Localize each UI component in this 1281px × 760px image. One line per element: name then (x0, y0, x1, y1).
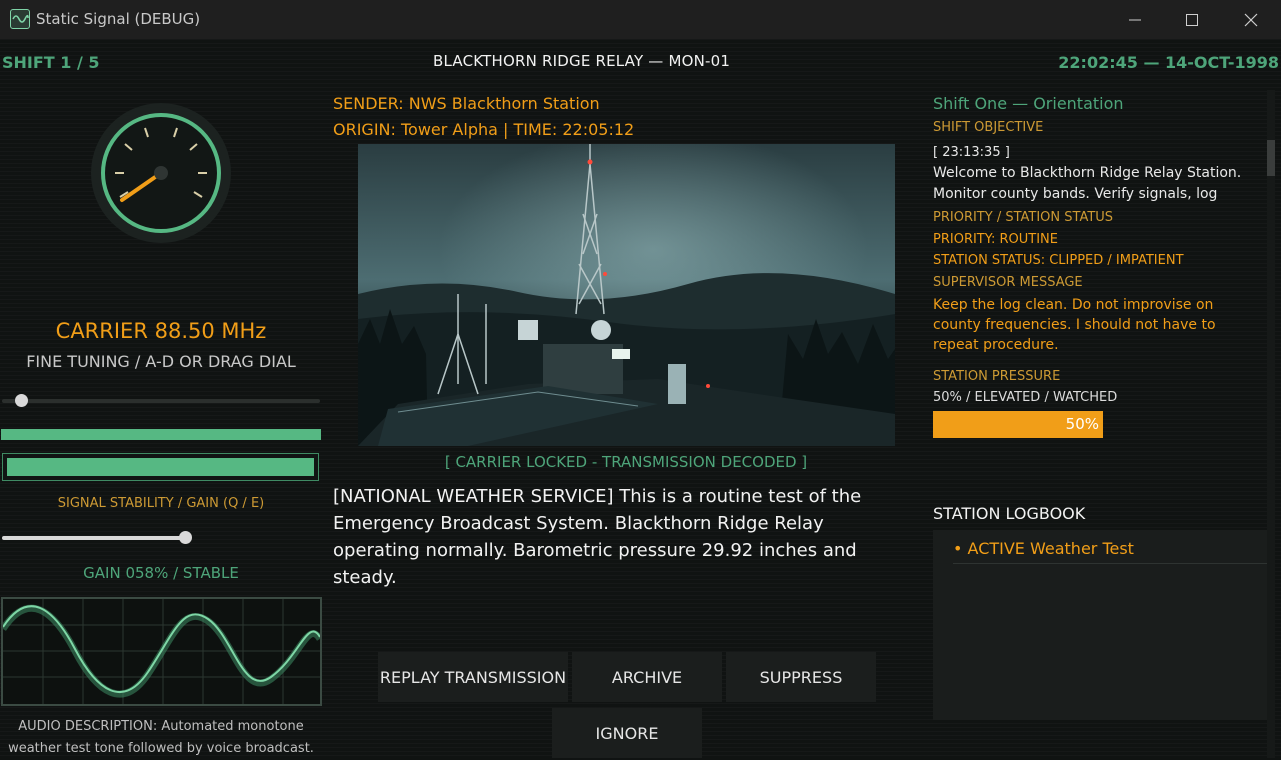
logbook-title: STATION LOGBOOK (933, 504, 1086, 523)
shift-title: Shift One — Orientation (933, 94, 1124, 113)
minimize-icon (1129, 19, 1141, 21)
maximize-button[interactable] (1163, 0, 1221, 39)
close-button[interactable] (1222, 0, 1280, 39)
close-icon (1244, 13, 1258, 27)
pressure-label: STATION PRESSURE (933, 369, 1061, 384)
supervisor-label: SUPERVISOR MESSAGE (933, 275, 1083, 290)
objective-body: [ 23:13:35 ] Welcome to Blackthorn Ridge… (933, 142, 1263, 205)
game-header: SHIFT 1 / 5 BLACKTHORN RIDGE RELAY — MON… (0, 45, 1281, 79)
origin-line: ORIGIN: Tower Alpha | TIME: 22:05:12 (333, 120, 635, 139)
objective-time: [ 23:13:35 ] (933, 145, 1010, 160)
gain-status: GAIN 058% / STABLE (83, 564, 239, 582)
dial-hub (154, 166, 168, 180)
stability-label: SIGNAL STABILITY / GAIN (Q / E) (57, 496, 265, 511)
archive-button[interactable]: ARCHIVE (572, 652, 722, 702)
window-title: Static Signal (DEBUG) (36, 10, 201, 28)
signal-strength-bar (1, 429, 321, 440)
ignore-button[interactable]: IGNORE (552, 708, 702, 758)
fine-tuning-hint: FINE TUNING / A-D OR DRAG DIAL (26, 352, 296, 371)
priority-label: PRIORITY / STATION STATUS (933, 210, 1114, 225)
transmission-message: [NATIONAL WEATHER SERVICE] This is a rou… (333, 486, 862, 588)
pressure-percent: 50% (1065, 415, 1099, 433)
signal-lock-meter (2, 453, 319, 481)
fine-tuning-slider[interactable] (2, 394, 320, 407)
tuning-dial[interactable] (90, 102, 232, 244)
log-entry[interactable]: • ACTIVE Weather Test (953, 539, 1267, 564)
relay-station-image (358, 144, 895, 446)
fine-tuning-knob[interactable] (15, 394, 29, 407)
maximize-icon (1186, 14, 1198, 26)
waveform-scope (0, 597, 323, 706)
gain-knob[interactable] (179, 531, 192, 544)
scrollbar[interactable] (1267, 90, 1275, 758)
waveform-icon (0, 599, 323, 704)
pressure-bar: 50% (933, 411, 1103, 438)
suppress-button[interactable]: SUPPRESS (726, 652, 876, 702)
objective-label: SHIFT OBJECTIVE (933, 120, 1044, 135)
pressure-status: 50% / ELEVATED / WATCHED (933, 390, 1118, 405)
station-title: BLACKTHORN RIDGE RELAY — MON-01 (433, 52, 731, 70)
audio-description: AUDIO DESCRIPTION: Automated monotone we… (8, 719, 314, 756)
scrollbar-thumb[interactable] (1267, 140, 1275, 176)
objective-text: Welcome to Blackthorn Ridge Relay Statio… (933, 165, 1242, 202)
clock: 22:02:45 — 14-OCT-1998 (1058, 53, 1279, 72)
signal-lock-fill (7, 458, 314, 476)
sender-line: SENDER: NWS Blackthorn Station (333, 94, 600, 113)
carrier-frequency: CARRIER 88.50 MHz (55, 319, 267, 343)
decode-status: [ CARRIER LOCKED - TRANSMISSION DECODED … (444, 453, 808, 471)
supervisor-message: Keep the log clean. Do not improvise on … (933, 297, 1216, 353)
station-status: STATION STATUS: CLIPPED / IMPATIENT (933, 253, 1184, 268)
replay-transmission-button[interactable]: REPLAY TRANSMISSION (378, 652, 568, 702)
gain-slider[interactable] (2, 531, 192, 544)
window-titlebar: Static Signal (DEBUG) (0, 0, 1281, 39)
shift-counter: SHIFT 1 / 5 (2, 53, 100, 72)
waveform-icon (10, 9, 30, 29)
minimize-button[interactable] (1106, 0, 1164, 39)
priority-value: PRIORITY: ROUTINE (933, 232, 1058, 247)
station-logbook: • ACTIVE Weather Test (933, 530, 1267, 720)
